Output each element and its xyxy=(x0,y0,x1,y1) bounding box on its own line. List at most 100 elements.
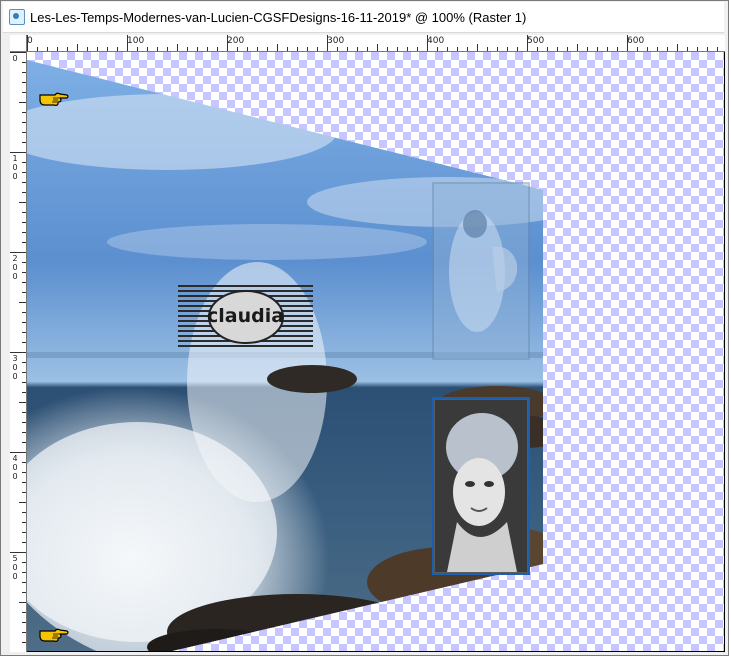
hruler-tick xyxy=(537,47,538,51)
hruler-tick xyxy=(27,35,28,51)
hruler-tick xyxy=(607,47,608,51)
hruler-tick xyxy=(67,47,68,51)
pointing-hand-icon[interactable] xyxy=(39,626,69,642)
hruler-tick xyxy=(197,47,198,51)
hruler-tick xyxy=(277,44,278,51)
hruler-label: 200 xyxy=(227,36,245,46)
hruler-tick xyxy=(577,44,578,51)
hruler-tick xyxy=(237,47,238,51)
hruler-tick xyxy=(127,35,128,51)
hruler-tick xyxy=(77,44,78,51)
vruler-tick xyxy=(22,542,26,543)
hruler-tick xyxy=(387,47,388,51)
watermark-logo: claudia xyxy=(178,285,313,351)
vruler-tick xyxy=(22,72,26,73)
hruler-tick xyxy=(687,47,688,51)
hruler-tick xyxy=(457,47,458,51)
hruler-tick xyxy=(107,47,108,51)
hruler-tick xyxy=(447,47,448,51)
vruler-label-digit: 0 xyxy=(12,563,18,572)
hruler-tick xyxy=(217,47,218,51)
vruler-tick xyxy=(22,222,26,223)
vruler-tick xyxy=(10,52,26,53)
vruler-tick xyxy=(22,192,26,193)
hruler-tick xyxy=(57,47,58,51)
vruler-tick xyxy=(22,622,26,623)
vruler-tick xyxy=(19,302,26,303)
hruler-tick xyxy=(527,35,528,51)
vruler-tick xyxy=(22,372,26,373)
hruler-tick xyxy=(627,35,628,51)
hruler-tick xyxy=(177,44,178,51)
vruler-tick xyxy=(22,362,26,363)
vruler-label-digit: 0 xyxy=(12,263,18,272)
image-window-icon xyxy=(9,9,25,25)
vruler-tick xyxy=(22,82,26,83)
vruler-tick xyxy=(22,442,26,443)
image-canvas[interactable]: claudia xyxy=(27,52,724,651)
vruler-tick xyxy=(22,512,26,513)
vruler-tick xyxy=(22,642,26,643)
vruler-tick xyxy=(22,342,26,343)
vertical-ruler[interactable]: 0100200300400500 xyxy=(10,51,27,652)
vruler-tick xyxy=(10,352,26,353)
hruler-tick xyxy=(347,47,348,51)
vruler-tick xyxy=(10,252,26,253)
vruler-tick xyxy=(22,122,26,123)
hruler-tick xyxy=(257,47,258,51)
vruler-tick xyxy=(22,582,26,583)
vruler-tick xyxy=(22,612,26,613)
hruler-tick xyxy=(247,47,248,51)
hruler-label: 300 xyxy=(327,36,345,46)
hruler-tick xyxy=(617,47,618,51)
vruler-label-digit: 2 xyxy=(12,254,18,263)
vruler-tick xyxy=(22,92,26,93)
hruler-tick xyxy=(567,47,568,51)
vruler-tick xyxy=(22,322,26,323)
hruler-tick xyxy=(667,47,668,51)
vruler-tick xyxy=(22,632,26,633)
vruler-tick xyxy=(22,382,26,383)
hruler-label: 600 xyxy=(627,36,645,46)
vruler-tick xyxy=(22,232,26,233)
hruler-tick xyxy=(427,35,428,51)
hruler-tick xyxy=(337,47,338,51)
hruler-tick xyxy=(507,47,508,51)
hruler-tick xyxy=(227,35,228,51)
vruler-tick xyxy=(22,332,26,333)
hruler-tick xyxy=(137,47,138,51)
hruler-tick xyxy=(497,47,498,51)
hruler-tick xyxy=(37,47,38,51)
hruler-tick xyxy=(287,47,288,51)
hruler-label: 400 xyxy=(427,36,445,46)
vruler-label-digit: 0 xyxy=(12,472,18,481)
vruler-tick xyxy=(22,392,26,393)
vruler-tick xyxy=(22,412,26,413)
vruler-tick xyxy=(22,432,26,433)
hruler-tick xyxy=(467,47,468,51)
vruler-tick xyxy=(10,152,26,153)
vruler-tick xyxy=(22,312,26,313)
vruler-tick xyxy=(22,482,26,483)
horizontal-ruler[interactable]: 0 100 200 300 400 500 600 xyxy=(10,35,725,52)
watermark-text: claudia xyxy=(206,305,285,327)
vruler-label-digit: 3 xyxy=(12,354,18,363)
vruler-tick xyxy=(22,472,26,473)
hruler-tick xyxy=(317,47,318,51)
vruler-tick xyxy=(22,292,26,293)
vruler-tick xyxy=(22,172,26,173)
hruler-tick xyxy=(557,47,558,51)
vruler-tick xyxy=(10,552,26,553)
pointing-hand-icon[interactable] xyxy=(39,90,69,106)
hruler-tick xyxy=(267,47,268,51)
vruler-tick xyxy=(22,272,26,273)
vruler-tick xyxy=(22,532,26,533)
vruler-label-digit: 0 xyxy=(12,54,18,63)
hruler-tick xyxy=(477,44,478,51)
hruler-tick xyxy=(47,47,48,51)
vruler-label-digit: 0 xyxy=(12,372,18,381)
ruler-corner xyxy=(10,35,27,52)
vruler-label-digit: 5 xyxy=(12,554,18,563)
hruler-tick xyxy=(397,47,398,51)
title-bar[interactable]: Les-Les-Temps-Modernes-van-Lucien-CGSFDe… xyxy=(3,2,724,33)
